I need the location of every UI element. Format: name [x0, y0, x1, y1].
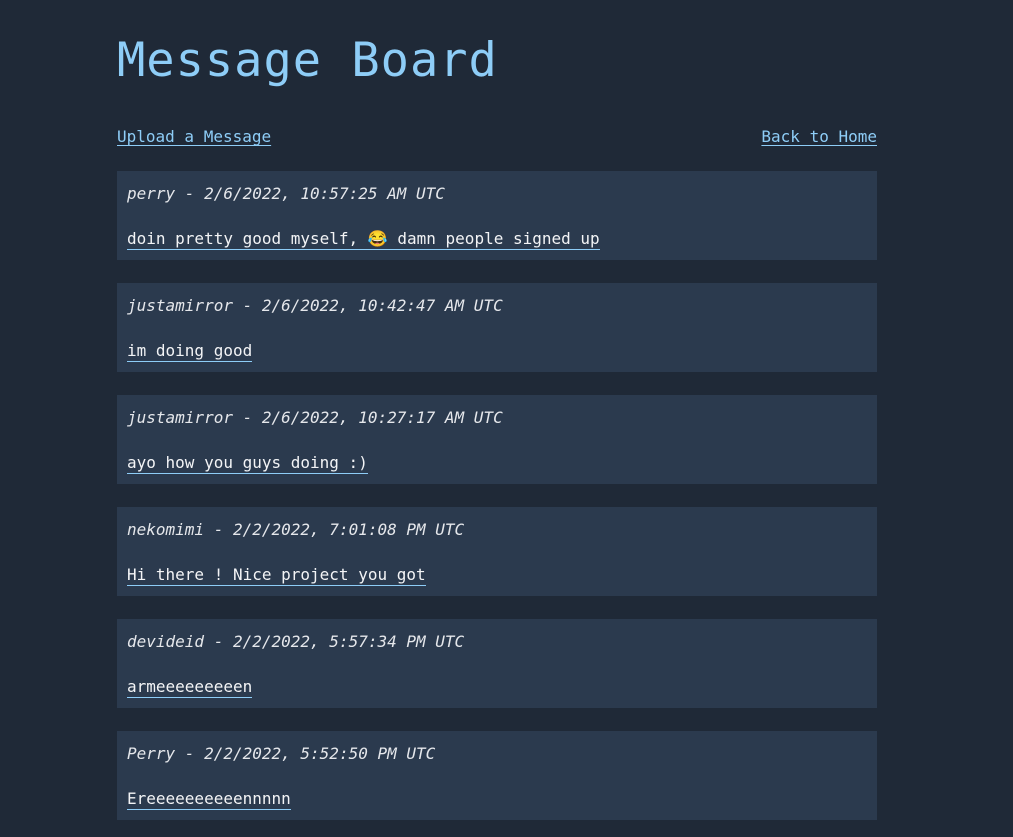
upload-message-link[interactable]: Upload a Message: [117, 127, 271, 146]
message-author: justamirror: [127, 296, 233, 315]
message-meta: justamirror - 2/6/2022, 10:27:17 AM UTC: [127, 408, 503, 427]
page-title: Message Board: [117, 33, 498, 88]
message-meta: devideid - 2/2/2022, 5:57:34 PM UTC: [127, 632, 465, 651]
message-timestamp: 2/2/2022, 5:57:34 PM UTC: [232, 632, 465, 651]
message-meta: perry - 2/6/2022, 10:57:25 AM UTC: [127, 184, 445, 203]
message-author: justamirror: [127, 408, 233, 427]
message-list: perry - 2/6/2022, 10:57:25 AM UTC doin p…: [117, 171, 877, 837]
message-author: devideid: [127, 632, 205, 651]
message-meta: Perry - 2/2/2022, 5:52:50 PM UTC: [127, 744, 436, 763]
message-author: nekomimi: [127, 520, 205, 539]
message-text[interactable]: doin pretty good myself, 😂 damn people s…: [127, 229, 600, 250]
message-card: nekomimi - 2/2/2022, 7:01:08 PM UTC Hi t…: [117, 507, 877, 596]
message-text[interactable]: Ereeeeeeeeeennnnn: [127, 789, 291, 810]
nav-bar: Upload a Message Back to Home: [117, 127, 877, 146]
message-card: Perry - 2/2/2022, 5:52:50 PM UTC Ereeeee…: [117, 731, 877, 820]
message-card: justamirror - 2/6/2022, 10:42:47 AM UTC …: [117, 283, 877, 372]
message-meta: nekomimi - 2/2/2022, 7:01:08 PM UTC: [127, 520, 465, 539]
message-text[interactable]: armeeeeeeeeen: [127, 677, 253, 698]
back-to-home-link[interactable]: Back to Home: [761, 127, 877, 146]
message-card: justamirror - 2/6/2022, 10:27:17 AM UTC …: [117, 395, 877, 484]
message-timestamp: 2/2/2022, 7:01:08 PM UTC: [232, 520, 465, 539]
message-card: perry - 2/6/2022, 10:57:25 AM UTC doin p…: [117, 171, 877, 260]
message-timestamp: 2/2/2022, 5:52:50 PM UTC: [204, 744, 436, 763]
message-text[interactable]: Hi there ! Nice project you got: [127, 565, 426, 586]
message-author: Perry: [127, 744, 176, 763]
message-text[interactable]: ayo how you guys doing :): [127, 453, 368, 474]
message-timestamp: 2/6/2022, 10:42:47 AM UTC: [261, 296, 503, 315]
message-author: perry: [127, 184, 176, 203]
message-text[interactable]: im doing good: [127, 341, 253, 362]
message-card: devideid - 2/2/2022, 5:57:34 PM UTC arme…: [117, 619, 877, 708]
message-timestamp: 2/6/2022, 10:27:17 AM UTC: [261, 408, 503, 427]
message-meta: justamirror - 2/6/2022, 10:42:47 AM UTC: [127, 296, 503, 315]
message-timestamp: 2/6/2022, 10:57:25 AM UTC: [204, 184, 445, 203]
